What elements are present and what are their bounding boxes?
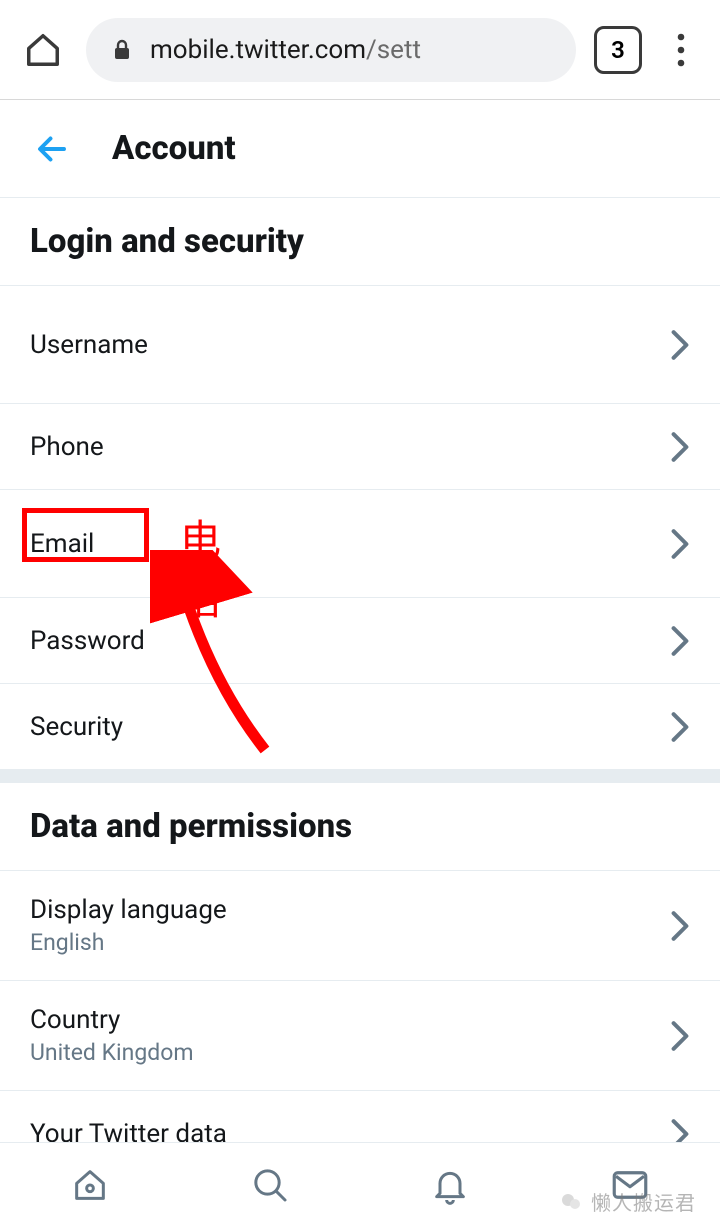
- chevron-right-icon: [670, 528, 690, 560]
- tab-count-button[interactable]: 3: [594, 26, 642, 74]
- chevron-right-icon: [670, 1118, 690, 1143]
- page-header: Account: [0, 100, 720, 198]
- nav-search-button[interactable]: [238, 1153, 302, 1217]
- lock-icon: [110, 37, 134, 63]
- item-phone[interactable]: Phone: [0, 403, 720, 489]
- chevron-right-icon: [670, 625, 690, 657]
- chevron-right-icon: [670, 711, 690, 743]
- browser-chrome: mobile.twitter.com/sett 3: [0, 0, 720, 100]
- chevron-right-icon: [670, 910, 690, 942]
- watermark: 懒人搬运君: [559, 1187, 696, 1216]
- item-label: Security: [30, 712, 123, 742]
- chevron-right-icon: [670, 329, 690, 361]
- arrow-left-icon: [34, 131, 70, 167]
- home-outline-icon: [70, 1165, 110, 1205]
- url-bar[interactable]: mobile.twitter.com/sett: [86, 18, 576, 82]
- item-email[interactable]: Email: [0, 489, 720, 597]
- browser-home-button[interactable]: [18, 25, 68, 75]
- more-vertical-icon: [677, 33, 685, 67]
- wechat-icon: [559, 1190, 583, 1214]
- item-security[interactable]: Security: [0, 683, 720, 769]
- nav-home-button[interactable]: [58, 1153, 122, 1217]
- section-title: Data and permissions: [0, 783, 720, 870]
- browser-menu-button[interactable]: [660, 25, 702, 75]
- item-label: Country: [30, 1005, 194, 1035]
- section-data-permissions: Data and permissions Display language En…: [0, 783, 720, 1142]
- item-password[interactable]: Password: [0, 597, 720, 683]
- item-label: Phone: [30, 432, 104, 462]
- item-username[interactable]: Username: [0, 285, 720, 403]
- bell-icon: [430, 1165, 470, 1205]
- section-login-security: Login and security Username Phone Email …: [0, 198, 720, 783]
- page-content: Account Login and security Username Phon…: [0, 100, 720, 1142]
- page-title: Account: [112, 129, 236, 168]
- item-label: Your Twitter data: [30, 1119, 227, 1143]
- url-text: mobile.twitter.com/sett: [150, 35, 421, 65]
- item-country[interactable]: Country United Kingdom: [0, 980, 720, 1090]
- item-label: Password: [30, 626, 145, 656]
- watermark-text: 懒人搬运君: [591, 1187, 696, 1216]
- item-label: Email: [30, 529, 94, 559]
- item-your-twitter-data[interactable]: Your Twitter data: [0, 1090, 720, 1142]
- item-label: Username: [30, 330, 148, 360]
- search-icon: [250, 1165, 290, 1205]
- section-title: Login and security: [0, 198, 720, 285]
- item-sublabel: United Kingdom: [30, 1039, 194, 1066]
- nav-notifications-button[interactable]: [418, 1153, 482, 1217]
- home-icon: [24, 31, 62, 69]
- chevron-right-icon: [670, 1020, 690, 1052]
- tab-count-value: 3: [611, 36, 625, 64]
- item-sublabel: English: [30, 929, 227, 956]
- back-button[interactable]: [32, 129, 72, 169]
- item-display-language[interactable]: Display language English: [0, 870, 720, 980]
- item-label: Display language: [30, 895, 227, 925]
- chevron-right-icon: [670, 431, 690, 463]
